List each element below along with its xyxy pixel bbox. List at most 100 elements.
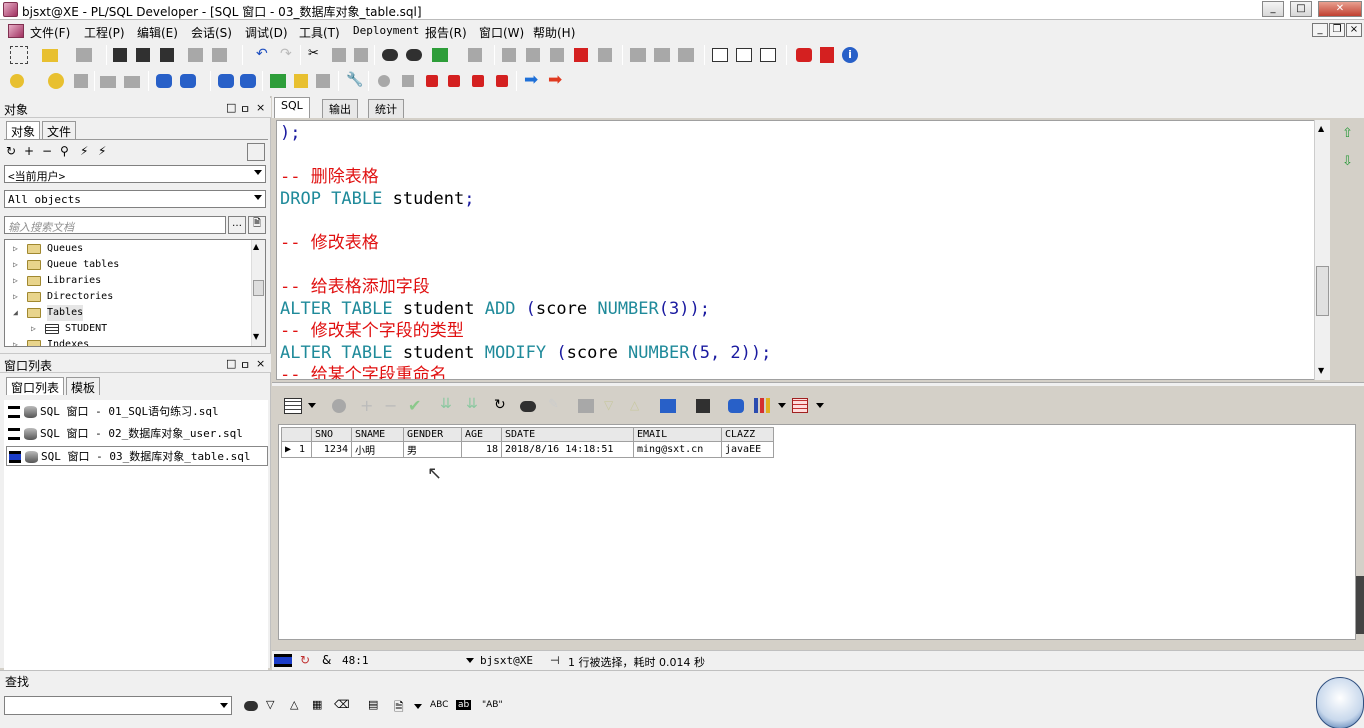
- delete-record-icon[interactable]: −: [384, 396, 397, 415]
- logon-icon[interactable]: [10, 74, 24, 88]
- filter-icon[interactable]: ⚡: [80, 144, 88, 158]
- menu-report[interactable]: 报告(R): [425, 24, 467, 41]
- user-combo[interactable]: <当前用户>: [4, 165, 266, 183]
- arrow-up-icon[interactable]: ⇧: [1342, 126, 1353, 141]
- load-icon[interactable]: [432, 48, 448, 62]
- search-doc-button[interactable]: 🗎: [248, 216, 266, 234]
- window-list-item[interactable]: SQL 窗口 - 02_数据库对象_user.sql: [6, 424, 268, 444]
- cut-icon[interactable]: ✂: [308, 46, 326, 64]
- preferences-icon[interactable]: 🔧: [346, 72, 364, 90]
- debug-run-icon[interactable]: [448, 75, 460, 87]
- pane-close-icon[interactable]: ×: [256, 357, 265, 370]
- find-input[interactable]: [4, 696, 232, 715]
- table-cell[interactable]: 小明: [351, 441, 404, 458]
- object-filter-combo[interactable]: All objects: [4, 190, 266, 208]
- chevron-down-icon[interactable]: [308, 403, 316, 408]
- quote-toggle[interactable]: "AB": [482, 700, 503, 710]
- search-icon[interactable]: ⚲: [60, 144, 69, 158]
- undo-icon[interactable]: ↶: [256, 46, 274, 64]
- objects-option-box[interactable]: [247, 143, 265, 161]
- find-icon[interactable]: [382, 49, 398, 61]
- sql-editor[interactable]: ); -- 删除表格 DROP TABLE student; -- 修改表格 -- 给表…: [276, 120, 1330, 380]
- insert-record-icon[interactable]: +: [360, 396, 373, 415]
- filter-edit-icon[interactable]: ⚡: [98, 144, 106, 158]
- find-icon[interactable]: [520, 401, 536, 412]
- refresh-icon[interactable]: ↻: [6, 144, 16, 158]
- chevron-down-icon[interactable]: [778, 403, 786, 408]
- arrow-right-blue-icon[interactable]: ➡: [524, 72, 542, 90]
- report-window-icon[interactable]: [760, 48, 776, 62]
- debug-step-out-icon[interactable]: [496, 75, 508, 87]
- sql-window-icon[interactable]: [736, 48, 752, 62]
- break-icon[interactable]: [74, 74, 88, 88]
- execute-icon[interactable]: [180, 74, 196, 88]
- explain-plan-icon[interactable]: [270, 74, 286, 88]
- menu-deployment[interactable]: Deployment: [353, 24, 419, 37]
- debug-step-icon[interactable]: [472, 75, 484, 87]
- editor-splitter[interactable]: [272, 382, 1364, 386]
- close-button[interactable]: ✕: [1318, 1, 1362, 17]
- tab-objects[interactable]: 对象: [6, 121, 41, 139]
- redo-icon[interactable]: ↷: [280, 46, 298, 64]
- grid-column-header[interactable]: CLAZZ: [721, 427, 774, 442]
- save-as-icon[interactable]: [136, 48, 150, 62]
- menu-project[interactable]: 工程(P): [84, 24, 125, 41]
- database-icon[interactable]: [728, 399, 744, 413]
- chart-icon[interactable]: [754, 398, 770, 413]
- find-next-icon[interactable]: [406, 49, 422, 61]
- filter-up-icon[interactable]: △: [630, 398, 639, 412]
- indent-icon[interactable]: [502, 48, 516, 62]
- editor-scroll-thumb[interactable]: [1316, 266, 1329, 316]
- menu-tools[interactable]: 工具(T): [299, 24, 340, 41]
- add-icon[interactable]: +: [24, 144, 34, 158]
- comment-icon[interactable]: [550, 48, 564, 62]
- debug-stop-icon[interactable]: [426, 75, 438, 87]
- chevron-down-icon[interactable]: [466, 658, 474, 663]
- mdi-close-button[interactable]: ×: [1346, 23, 1362, 37]
- whole-word-icon[interactable]: ab: [456, 700, 472, 710]
- grid-column-header[interactable]: [281, 427, 312, 442]
- filter-down-icon[interactable]: ▽: [604, 398, 613, 412]
- window-list-item[interactable]: SQL 窗口 - 01_SQL语句练习.sql: [6, 402, 268, 422]
- search-options-button[interactable]: …: [228, 216, 246, 234]
- selection-icon[interactable]: ▤: [368, 698, 378, 711]
- lock-icon[interactable]: [332, 399, 346, 413]
- chevron-down-icon[interactable]: [816, 403, 824, 408]
- document-icon[interactable]: 🗎: [394, 698, 404, 719]
- export-icon[interactable]: [578, 399, 594, 413]
- pane-close-icon[interactable]: ×: [256, 101, 265, 114]
- mdi-minimize-button[interactable]: _: [1312, 23, 1328, 37]
- print-preview-icon[interactable]: [212, 48, 227, 62]
- pane-float-icon[interactable]: □: [226, 357, 236, 370]
- remove-icon[interactable]: −: [42, 144, 52, 158]
- find-icon[interactable]: [244, 701, 258, 711]
- table-row[interactable]: ▶ 1 1234 小明男 18 2018/8/16 14:18:51 ming@sxt.cn…: [281, 441, 774, 458]
- pane-float-icon[interactable]: □: [226, 101, 236, 114]
- object-search-input[interactable]: 输入搜索文档: [4, 216, 226, 234]
- tile-vertical-icon[interactable]: [654, 48, 670, 62]
- table-cell[interactable]: 男: [403, 441, 462, 458]
- tab-templates[interactable]: 模板: [66, 377, 101, 395]
- minimize-button[interactable]: _: [1262, 1, 1284, 17]
- query-by-example-icon[interactable]: [660, 399, 676, 413]
- next-page-icon[interactable]: ⇊: [440, 396, 452, 412]
- unindent-icon[interactable]: [526, 48, 540, 62]
- menu-session[interactable]: 会话(S): [191, 24, 232, 41]
- arrow-down-icon[interactable]: ⇩: [1342, 154, 1353, 169]
- result-grid[interactable]: SNO SNAME GENDER AGE SDATE EMAIL CLAZZ ▶ 1 1234 小…: [278, 424, 1356, 640]
- collapsed-twisty-icon[interactable]: ▷: [13, 257, 18, 273]
- query-builder-icon[interactable]: [294, 74, 308, 88]
- find-previous-icon[interactable]: △: [290, 698, 298, 711]
- tab-output[interactable]: 输出: [322, 99, 358, 118]
- menu-file[interactable]: 文件(F): [30, 24, 70, 41]
- toggle-breakpoint-icon[interactable]: [378, 75, 390, 87]
- chevron-down-icon[interactable]: [414, 704, 422, 709]
- grid-side-scroll[interactable]: [1356, 576, 1364, 634]
- window-list-icon[interactable]: [712, 48, 728, 62]
- table-cell[interactable]: javaEE: [721, 441, 774, 458]
- maximize-button[interactable]: □: [1290, 1, 1312, 17]
- table-cell[interactable]: 2018/8/16 14:18:51: [501, 441, 634, 458]
- save-icon[interactable]: [696, 399, 710, 413]
- pane-pin-icon[interactable]: ㅁ: [240, 101, 250, 117]
- save-all-icon[interactable]: [160, 48, 174, 62]
